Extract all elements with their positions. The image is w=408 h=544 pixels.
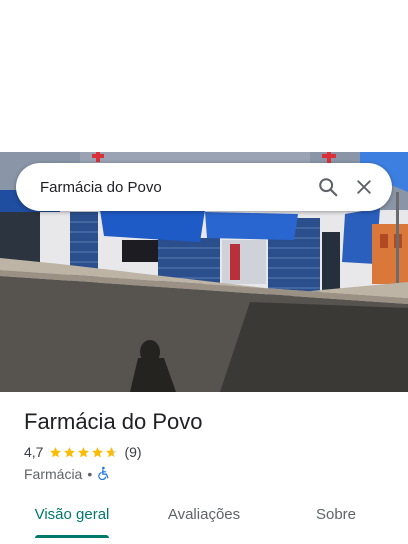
star-icon [64, 446, 76, 457]
tab-label: Avaliações [167, 505, 241, 523]
star-icon [50, 446, 62, 457]
place-title: Farmácia do Povo [24, 409, 203, 434]
active-tab-indicator [35, 535, 109, 538]
search-icon[interactable] [310, 169, 346, 205]
tab-label: Sobre [315, 505, 357, 523]
star-icon [78, 446, 90, 457]
place-info: Farmácia do Povo 4,7 (9) Farmácia • [24, 408, 394, 484]
tab-overview[interactable]: Visão geral [0, 494, 144, 538]
rating-row[interactable]: 4,7 (9) [24, 442, 394, 462]
tab-bar: Visão geral Avaliações Sobre [0, 494, 408, 544]
star-icon [92, 446, 104, 457]
search-input[interactable]: Farmácia do Povo [40, 179, 310, 196]
wheelchair-icon [97, 466, 111, 483]
separator-dot: • [87, 466, 93, 482]
close-icon[interactable] [346, 169, 382, 205]
tab-label: Visão geral [34, 505, 110, 523]
rating-stars [49, 446, 118, 459]
category-label: Farmácia [24, 466, 83, 482]
tab-about[interactable]: Sobre [264, 494, 408, 534]
star-icon [106, 446, 118, 457]
place-panel: Farmácia do Povo Farmácia do Povo 4,7 (9… [0, 0, 408, 544]
category-row: Farmácia • [24, 464, 394, 484]
tab-reviews[interactable]: Avaliações [144, 494, 264, 534]
search-bar[interactable]: Farmácia do Povo [16, 163, 392, 211]
review-count[interactable]: (9) [124, 444, 141, 460]
rating-value: 4,7 [24, 444, 44, 460]
